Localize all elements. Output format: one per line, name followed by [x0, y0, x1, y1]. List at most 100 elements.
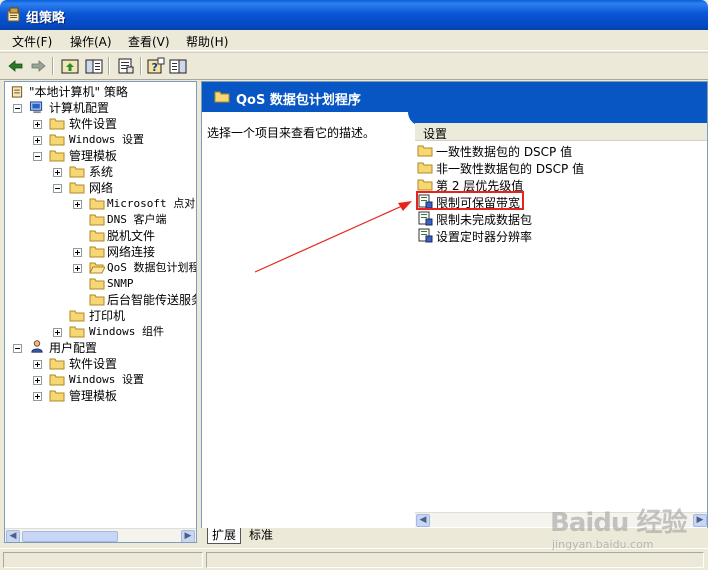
- expand-icon[interactable]: [53, 328, 62, 337]
- tree-item-offline-files[interactable]: 脱机文件: [7, 228, 196, 244]
- collapse-icon[interactable]: [13, 344, 22, 353]
- folder-icon: [49, 118, 65, 130]
- scroll-left-icon[interactable]: ◀: [416, 514, 430, 527]
- policy-setting-icon: [418, 228, 433, 243]
- menu-action[interactable]: 操作(A): [70, 33, 112, 50]
- tree-label: SNMP: [107, 277, 134, 290]
- tab-standard[interactable]: 标准: [245, 528, 277, 544]
- tree-label: DNS 客户端: [107, 213, 167, 226]
- tree-item-network[interactable]: 网络: [7, 180, 196, 196]
- scroll-right-icon[interactable]: ▶: [181, 530, 195, 542]
- tree-label: Windows 组件: [89, 325, 164, 338]
- user-icon: [31, 340, 43, 353]
- tree-item-dns-client[interactable]: DNS 客户端: [7, 212, 196, 228]
- expand-icon[interactable]: [73, 248, 82, 257]
- show-hide-action-pane-icon[interactable]: [168, 57, 188, 75]
- tree-label: 网络: [89, 181, 114, 195]
- tree-item-windows-settings[interactable]: Windows 设置: [7, 132, 196, 148]
- tree-item-admin-templates[interactable]: 管理模板: [7, 148, 196, 164]
- forward-arrow-icon[interactable]: [28, 57, 48, 75]
- highlight-box: [416, 191, 524, 210]
- expand-icon[interactable]: [73, 200, 82, 209]
- tree-label: 管理模板: [69, 389, 118, 403]
- menu-file[interactable]: 文件(F): [12, 33, 52, 50]
- tree-label: 计算机配置: [49, 101, 110, 115]
- tree-item-network-connections[interactable]: 网络连接: [7, 244, 196, 260]
- list-column-header[interactable]: 设置: [415, 123, 707, 142]
- folder-icon: [214, 91, 230, 103]
- column-header-settings[interactable]: 设置: [423, 125, 447, 142]
- list-item-label: 设置定时器分辨率: [436, 230, 533, 244]
- collapse-icon[interactable]: [53, 184, 62, 193]
- tree-label: 管理模板: [69, 149, 118, 163]
- tree-label: Windows 设置: [69, 133, 144, 146]
- tree-label: 软件设置: [69, 117, 118, 131]
- tree-label: 软件设置: [69, 357, 118, 371]
- folder-icon: [69, 182, 85, 194]
- computer-icon: [30, 101, 43, 114]
- back-arrow-icon[interactable]: [6, 57, 26, 75]
- tree-item-computer-config[interactable]: 计算机配置: [7, 100, 196, 116]
- toolbar-separator: [108, 57, 110, 75]
- folder-icon: [417, 179, 433, 191]
- menu-view[interactable]: 查看(V): [128, 33, 170, 50]
- folder-icon: [89, 294, 105, 306]
- tab-extended[interactable]: 扩展: [207, 528, 242, 544]
- tree-item-windows-components[interactable]: Windows 组件: [7, 324, 196, 340]
- tree-item-qos-packet-scheduler[interactable]: QoS 数据包计划程序: [7, 260, 196, 276]
- details-pane[interactable]: QoS 数据包计划程序 选择一个项目来查看它的描述。 设置 一致性数据包的 DS…: [201, 81, 708, 543]
- expand-icon[interactable]: [53, 168, 62, 177]
- tree-item-user-windows-settings[interactable]: Windows 设置: [7, 372, 196, 388]
- expand-icon[interactable]: [73, 264, 82, 273]
- export-list-icon[interactable]: [116, 57, 136, 75]
- tree-item-system[interactable]: 系统: [7, 164, 196, 180]
- folder-icon: [89, 246, 105, 258]
- expand-icon[interactable]: [33, 136, 42, 145]
- tree-item-user-admin-templates[interactable]: 管理模板: [7, 388, 196, 404]
- expand-icon[interactable]: [33, 120, 42, 129]
- expand-icon[interactable]: [33, 376, 42, 385]
- tree-item-user-config[interactable]: 用户配置: [7, 340, 196, 356]
- scroll-left-icon[interactable]: ◀: [6, 530, 20, 542]
- expand-icon[interactable]: [33, 392, 42, 401]
- tree-root[interactable]: "本地计算机" 策略: [7, 84, 196, 100]
- folder-icon: [69, 310, 85, 322]
- help-icon[interactable]: ?: [146, 57, 166, 75]
- collapse-icon[interactable]: [13, 104, 22, 113]
- folder-icon: [417, 162, 433, 174]
- folder-icon: [49, 374, 65, 386]
- folder-icon: [417, 145, 433, 157]
- details-header-title: QoS 数据包计划程序: [236, 93, 361, 108]
- tree-item-ms-peer[interactable]: Microsoft 点对点: [7, 196, 196, 212]
- description-text: 选择一个项目来查看它的描述。: [207, 126, 376, 140]
- title-bar[interactable]: 组策略: [0, 0, 708, 30]
- show-hide-tree-icon[interactable]: [84, 57, 104, 75]
- scroll-thumb[interactable]: [22, 531, 118, 542]
- tree-label: 后台智能传送服务: [107, 293, 197, 307]
- folder-icon: [89, 214, 105, 226]
- tree-label: 用户配置: [49, 341, 98, 355]
- watermark-logo: Baidu 经验: [550, 508, 687, 538]
- toolbar: ?: [0, 52, 708, 80]
- tree-horizontal-scrollbar[interactable]: ◀ ▶: [5, 528, 196, 542]
- open-folder-icon: [89, 262, 105, 274]
- tree-item-bits[interactable]: 后台智能传送服务: [7, 292, 197, 308]
- tree-label: QoS 数据包计划程序: [107, 261, 196, 274]
- expand-icon[interactable]: [33, 360, 42, 369]
- tree-item-snmp[interactable]: SNMP: [7, 276, 196, 292]
- toolbar-separator: [140, 57, 142, 75]
- folder-icon: [89, 230, 105, 242]
- folder-icon: [89, 278, 105, 290]
- tree-item-user-software-settings[interactable]: 软件设置: [7, 356, 196, 372]
- tree-item-software-settings[interactable]: 软件设置: [7, 116, 196, 132]
- folder-icon: [69, 166, 85, 178]
- folder-icon: [69, 326, 85, 338]
- baidu-watermark: Baidu 经验 jingyan.baidu.com: [540, 500, 708, 560]
- folder-icon: [49, 358, 65, 370]
- folder-icon: [49, 150, 65, 162]
- tree-item-printers[interactable]: 打印机: [7, 308, 196, 324]
- tree-pane[interactable]: "本地计算机" 策略 计算机配置 软件设置 Windows 设置 管理模板 系统…: [4, 81, 197, 543]
- menu-help[interactable]: 帮助(H): [186, 33, 228, 50]
- collapse-icon[interactable]: [33, 152, 42, 161]
- up-folder-icon[interactable]: [60, 57, 80, 75]
